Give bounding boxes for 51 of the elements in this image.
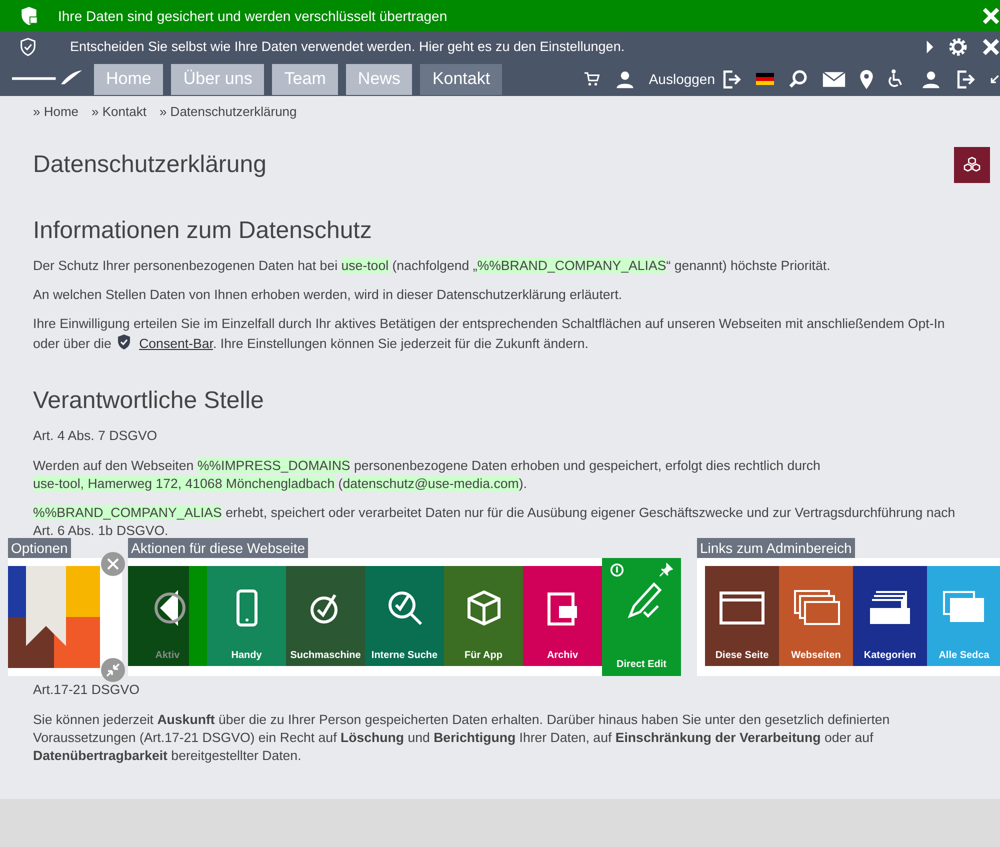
panel-title: Optionen [8, 538, 71, 558]
action-tile[interactable]: Interne Suche [365, 566, 444, 666]
breadcrumb-link[interactable]: » Kontakt [92, 104, 146, 119]
paragraph: Der Schutz Ihrer personenbezogenen Daten hat bei use-tool (nachfolgend „%%BRAND_COMPANY_ALIAS“ genannt) höchste Priorität. [33, 257, 832, 275]
info-icon[interactable] [610, 563, 624, 577]
options-tiles-drawing[interactable] [8, 566, 100, 668]
article-reference: Art.17-21 DSGVO [33, 681, 140, 699]
action-tile[interactable]: Archiv [523, 566, 602, 666]
paragraph: Werden auf den Webseiten %%IMPRESS_DOMAINS personenbezogene Daten erhoben und gespeichert, erfolgt dies rechtlich durch use-tool, Hamerweg 172, 41068 Mönchengladbach (datenschutz@use-media.com). [33, 457, 822, 493]
shield-check-icon [18, 36, 38, 56]
consent-message[interactable]: Entscheiden Sie selbst wie Ihre Daten verwendet werden. Hier geht es zu den Einstellungen. [70, 39, 912, 54]
pin-icon[interactable] [659, 563, 673, 577]
action-tile[interactable]: Suchmaschine [286, 566, 365, 666]
paragraph: Ihre Einwilligung erteilen Sie im Einzelfall durch Ihr aktives Betätigen der entsprechenden Schaltflächen auf unseren Webseiten mit anschließendem Opt-In oder über die Consent-Bar. Ihre Einstellungen können Sie jederzeit für die Zukunft ändern. [33, 315, 946, 353]
logout-icon[interactable] [721, 68, 742, 90]
nav-tab[interactable]: Kontakt [420, 64, 502, 94]
cart-icon[interactable] [582, 70, 601, 88]
breadcrumb-link[interactable]: » Home [33, 104, 79, 119]
user-icon[interactable] [614, 69, 635, 89]
paragraph: %%BRAND_COMPANY_ALIAS erhebt, speichert oder verarbeitet Daten nur für die Ausübung eigener Geschäftszwecke und zur Vertragsdurchführung nach Art. 6 Abs. 1b DSGVO. [33, 504, 956, 540]
section-heading: Verantwortliche Stelle [33, 387, 265, 415]
paragraph: Sie können jederzeit Auskunft über die zu Ihrer Person gespeicherten Daten erhalten. Darüber hinaus haben Sie unter den gesetzlich definierten Voraussetzungen (Art.17-21 DSGVO) ein Recht auf Löschung und Berichtigung Ihrer Daten, auf Einschränkung der Verarbeitung oder auf Datenübertragbarkeit bereitgestellter Daten. [33, 711, 891, 765]
ssl-message: Ihre Daten sind gesichert und werden verschlüsselt übertragen [58, 8, 448, 24]
article-reference: Art. 4 Abs. 7 DSGVO [33, 427, 158, 445]
mail-icon[interactable] [822, 70, 846, 88]
windows-icon [792, 588, 840, 628]
admin-link-tile[interactable]: Kategorien [853, 566, 927, 666]
section-heading: Informationen zum Datenschutz [33, 217, 373, 245]
paragraph: An welchen Stellen Daten von Ihnen erhoben werden, wird in dieser Datenschutzerklärung erläutert. [33, 286, 624, 304]
close-icon[interactable] [982, 6, 1000, 24]
resize-icon[interactable] [990, 73, 1000, 85]
panel-title: Links zum Adminbereich [697, 538, 855, 558]
action-tile[interactable]: Direct Edit [602, 558, 681, 676]
admin-link-tile[interactable]: Diese Seite [705, 566, 779, 666]
search-icon[interactable] [788, 69, 808, 89]
user-icon[interactable] [921, 69, 941, 89]
breadcrumb-link[interactable]: » Datenschutzerklärung [159, 104, 297, 119]
admin-link-tile[interactable]: Webseiten [779, 566, 853, 666]
action-tile[interactable]: Für App [444, 566, 523, 666]
location-pin-icon[interactable] [860, 70, 873, 88]
cubes-button[interactable] [954, 147, 990, 183]
settings-icon[interactable] [948, 36, 968, 56]
logout-icon[interactable] [955, 68, 976, 90]
logout-link[interactable]: Ausloggen [648, 71, 715, 87]
close-icon[interactable] [982, 38, 1000, 56]
panel-title: Aktionen für diese Webseite [128, 538, 308, 558]
consent-bar-link[interactable]: Consent-Bar [139, 336, 213, 351]
action-tile[interactable]: Handy [207, 566, 286, 666]
german-flag-icon[interactable] [756, 73, 774, 85]
collapse-icon[interactable] [101, 658, 125, 682]
page-title: Datenschutzerklärung [33, 151, 266, 179]
